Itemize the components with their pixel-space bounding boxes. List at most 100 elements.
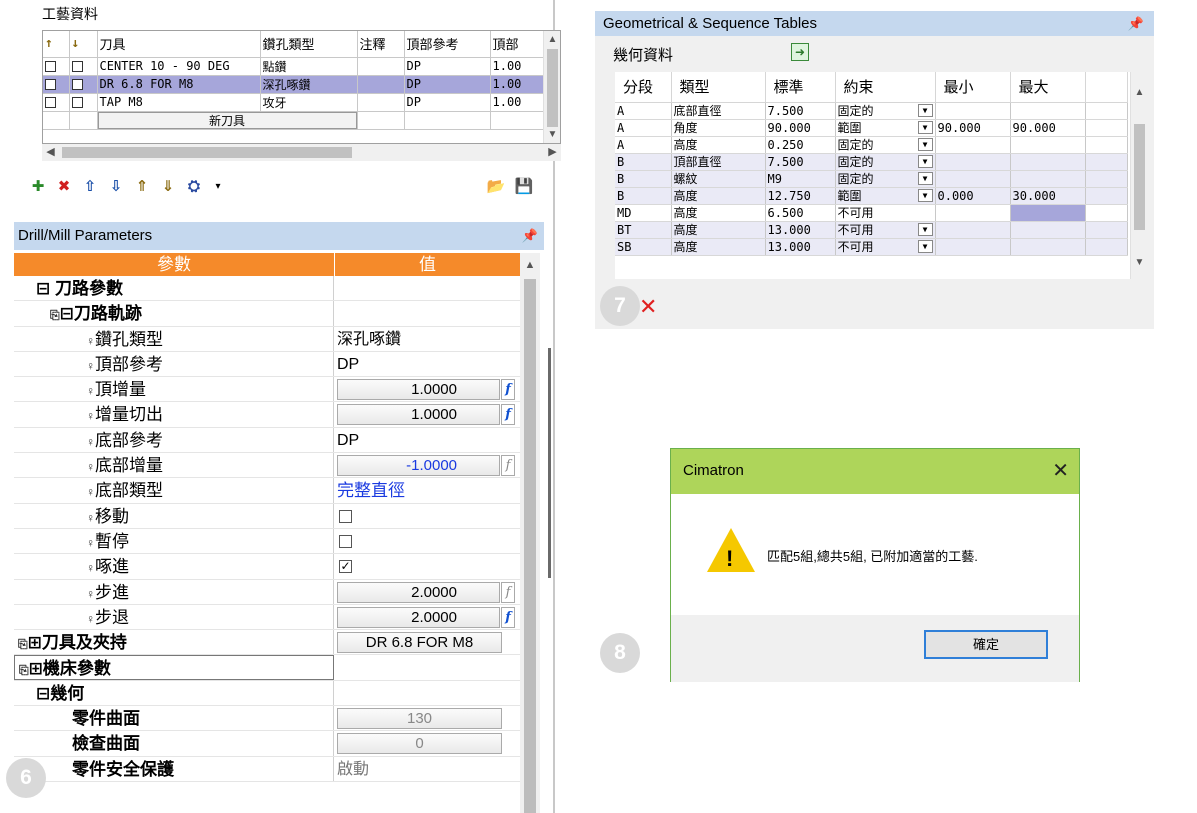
scroll-up-icon[interactable]: ▲ (544, 31, 560, 48)
param-row[interactable]: ⊟ 刀路參數 (14, 276, 520, 302)
param-value[interactable]: 完整直徑 (335, 478, 520, 502)
table-row[interactable]: BT 高度 13.000 不可用 ▼ (615, 221, 1128, 239)
dropdown-icon[interactable]: ▼ (917, 239, 933, 253)
param-row[interactable]: ♀頂部參考 DP (14, 351, 520, 378)
move-up-icon[interactable]: ⇧ (80, 177, 100, 197)
row-checkbox-b[interactable] (71, 79, 83, 90)
cell-max[interactable] (1009, 203, 1086, 222)
col-max[interactable]: 最大 (1010, 72, 1086, 103)
dropdown-icon[interactable]: ▼ (917, 188, 933, 202)
table-row[interactable]: B 頂部直徑 7.500 固定的 ▼ (615, 153, 1128, 171)
param-row[interactable]: ⎘⊞刀具及夾持 DR 6.8 FOR M8 (14, 630, 520, 656)
dropdown-icon[interactable]: ▼ (917, 137, 933, 151)
param-row[interactable]: 零件曲面 130 (14, 706, 520, 732)
dropdown-icon[interactable]: ▼ (917, 171, 933, 185)
cell-min[interactable]: 0.000 (935, 187, 1011, 205)
col-note[interactable]: 注釋 (357, 31, 405, 58)
table-row[interactable]: TAP M8 攻牙 DP 1.00 (43, 93, 546, 112)
peck-checkbox[interactable]: ✓ (339, 560, 352, 574)
param-value[interactable]: DP (335, 352, 520, 376)
param-value[interactable]: 深孔啄鑽 (335, 327, 520, 351)
geo-vscroll[interactable]: ▲ ▼ (1130, 72, 1147, 279)
dropdown-icon[interactable]: ▼ (917, 120, 933, 134)
cell-max[interactable]: 30.000 (1010, 187, 1086, 205)
pause-checkbox[interactable] (339, 534, 352, 548)
table-row[interactable]: A 角度 90.000 範圍 ▼ 90.000 90.000 (615, 119, 1128, 137)
pin-icon[interactable]: 📌 (522, 222, 538, 250)
cell-min[interactable] (935, 238, 1011, 256)
col-seg[interactable]: 分段 (615, 72, 672, 103)
cell-max[interactable] (1010, 221, 1086, 239)
sort-up-icon[interactable]: ⇑ (132, 177, 152, 197)
table-row[interactable]: B 高度 12.750 範圍 ▼ 0.000 30.000 (615, 187, 1128, 205)
tool-holder-button[interactable]: DR 6.8 FOR M8 (337, 632, 502, 654)
top-inc-field[interactable]: 1.0000 (337, 379, 500, 401)
collapse-icon[interactable]: ⊟ (36, 684, 50, 703)
param-row[interactable]: ♀移動 (14, 503, 520, 529)
scroll-up-icon[interactable]: ▲ (520, 259, 540, 271)
cell-max[interactable] (1010, 238, 1086, 256)
move-checkbox[interactable] (339, 509, 352, 523)
param-row[interactable]: ♀底部參考 DP (14, 427, 520, 454)
col-min[interactable]: 最小 (935, 72, 1011, 103)
expand-icon[interactable]: ⊞ (29, 659, 43, 678)
new-tool-button[interactable]: 新刀具 (97, 111, 356, 128)
col-tool[interactable]: 刀具 (97, 31, 261, 58)
inc-cutout-field[interactable]: 1.0000 (337, 404, 500, 426)
add-tool-icon[interactable]: ✚ (28, 177, 48, 197)
cell-min[interactable] (935, 136, 1011, 154)
param-row[interactable]: ♀底部增量 -1.0000 f (14, 453, 520, 479)
col-con[interactable]: 約束 (835, 72, 936, 103)
dropdown-arrow-icon[interactable]: ▾ (208, 177, 228, 197)
table-row[interactable]: SB 高度 13.000 不可用 ▼ (615, 238, 1128, 256)
cell-max[interactable]: 90.000 (1010, 119, 1086, 137)
cell-min[interactable] (935, 221, 1011, 239)
col-top-ref[interactable]: 頂部參考 (404, 31, 491, 58)
param-vscroll[interactable]: ▲ (520, 253, 540, 813)
table-row[interactable]: A 底部直徑 7.500 固定的 ▼ (615, 102, 1128, 120)
function-icon[interactable]: f (501, 455, 515, 477)
table-row[interactable]: DR 6.8 FOR M8 深孔啄鑽 DP 1.00 (43, 75, 546, 94)
col-type[interactable]: 類型 (671, 72, 766, 103)
col-std[interactable]: 標準 (765, 72, 836, 103)
row-checkbox-a[interactable] (45, 97, 56, 108)
step-in-field[interactable]: 2.0000 (337, 581, 500, 603)
param-row[interactable]: ⊟幾何 (14, 680, 520, 707)
dropdown-icon[interactable]: ▼ (917, 222, 933, 236)
scroll-thumb[interactable] (62, 147, 352, 158)
col-drill-type[interactable]: 鑽孔類型 (260, 31, 358, 58)
table-row[interactable]: CENTER 10 - 90 DEG 點鑽 DP 1.00 (43, 57, 546, 76)
param-row[interactable]: ♀步進 2.0000 f (14, 579, 520, 605)
scroll-thumb[interactable] (1134, 124, 1145, 230)
expand-icon[interactable]: ⊞ (28, 633, 42, 652)
bottom-inc-field[interactable]: -1.0000 (337, 455, 500, 477)
scroll-thumb[interactable] (524, 279, 536, 813)
cell-min[interactable]: 90.000 (935, 119, 1011, 137)
cell-min[interactable] (935, 102, 1011, 120)
sort-down-icon[interactable]: ⇓ (158, 177, 178, 197)
collapse-icon[interactable]: ⊟ (36, 279, 55, 298)
splitter-handle[interactable] (548, 348, 551, 578)
cell-min[interactable] (935, 204, 1011, 222)
param-row[interactable]: ♀步退 2.0000 f (14, 604, 520, 631)
sort-desc-icon[interactable]: ↓ (69, 31, 98, 58)
scroll-thumb[interactable] (547, 49, 558, 127)
step-back-field[interactable]: 2.0000 (337, 606, 500, 628)
sort-asc-icon[interactable]: ↑ (43, 31, 70, 58)
param-row[interactable]: ♀底部類型 完整直徑 (14, 478, 520, 504)
param-row[interactable]: ♀頂增量 1.0000 f (14, 377, 520, 403)
delete-tool-icon[interactable]: ✖ (54, 177, 74, 197)
param-row[interactable]: ♀增量切出 1.0000 f (14, 402, 520, 428)
table-row[interactable]: B 螺紋 M9 固定的 ▼ (615, 170, 1128, 188)
param-value[interactable]: 啟動 (335, 757, 520, 781)
function-icon[interactable]: f (501, 606, 515, 628)
scroll-right-icon[interactable]: ▶ (544, 144, 561, 161)
process-vscroll[interactable]: ▲ ▼ (543, 31, 560, 143)
cell-max[interactable] (1010, 102, 1086, 120)
scroll-up-icon[interactable]: ▲ (1131, 84, 1147, 101)
param-row[interactable]: ♀鑽孔類型 深孔啄鑽 (14, 326, 520, 352)
cell-max[interactable] (1010, 170, 1086, 188)
collapse-icon[interactable]: ⊟ (60, 304, 74, 323)
cell-max[interactable] (1010, 136, 1086, 154)
save-icon[interactable]: 💾 (514, 177, 534, 197)
